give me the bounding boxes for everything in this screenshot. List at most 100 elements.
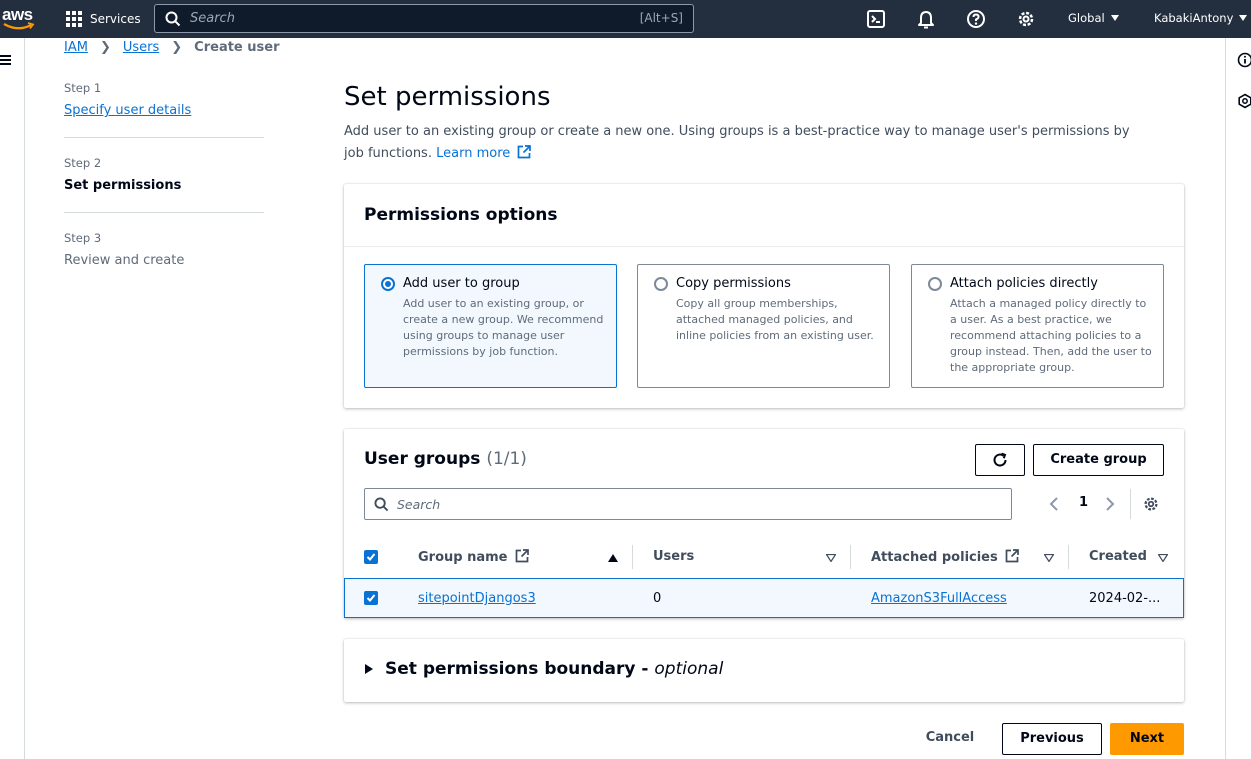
refresh-button[interactable] (975, 444, 1025, 476)
option-title: Attach policies directly (950, 276, 1098, 291)
step-label: Step 3 (64, 231, 102, 245)
permissions-options-card: Permissions options Add user to group Ad… (344, 184, 1184, 408)
menu-hamburger-icon[interactable] (0, 55, 11, 65)
group-created-date: 2024-02-... (1089, 591, 1161, 606)
page-description: Add user to an existing group or create … (344, 121, 1144, 165)
column-header-users[interactable]: Users (653, 549, 694, 564)
previous-page-chevron-icon[interactable] (1048, 496, 1060, 512)
radio-unselected[interactable] (654, 277, 668, 291)
external-link-icon (515, 549, 529, 563)
region-selector[interactable]: Global (1068, 11, 1119, 25)
option-attach-policies-directly[interactable]: Attach policies directly Attach a manage… (911, 264, 1164, 388)
permissions-boundary-card[interactable]: Set permissions boundary - optional (344, 639, 1184, 702)
sort-icon[interactable] (1158, 554, 1168, 562)
info-icon[interactable] (1237, 52, 1251, 68)
user-groups-heading: User groups (364, 449, 481, 469)
caret-down-icon (1239, 15, 1248, 21)
table-preferences-gear-icon[interactable] (1142, 495, 1160, 513)
learn-more-link[interactable]: Learn more (436, 145, 532, 161)
next-button[interactable]: Next (1110, 723, 1184, 755)
column-separator (632, 545, 633, 569)
pagination-divider (1130, 489, 1131, 519)
column-separator (850, 545, 851, 569)
page-title: Set permissions (344, 82, 551, 112)
column-header-group-name[interactable]: Group name (418, 549, 529, 565)
current-page-number[interactable]: 1 (1079, 495, 1088, 510)
previous-button[interactable]: Previous (1002, 723, 1102, 755)
search-placeholder: Search (397, 497, 441, 512)
top-navigation: aws Services Search [Alt+S] Global Kabak… (0, 0, 1251, 38)
attached-policy-link[interactable]: AmazonS3FullAccess (871, 591, 1007, 606)
breadcrumb-chevron-icon: ❯ (171, 40, 183, 55)
tools-panel-strip (1225, 38, 1251, 759)
services-label: Services (90, 12, 141, 26)
user-groups-title: User groups (1/1) (364, 449, 527, 469)
sort-ascending-icon[interactable] (608, 554, 618, 562)
account-label: KabakiAntony (1154, 11, 1234, 25)
step-1-link[interactable]: Specify user details (64, 103, 191, 118)
breadcrumb-iam-link[interactable]: IAM (64, 40, 88, 55)
column-header-attached-policies[interactable]: Attached policies (871, 549, 1020, 565)
account-menu[interactable]: KabakiAntony (1154, 11, 1248, 25)
boundary-optional-text: optional (654, 659, 724, 679)
global-search-input[interactable]: Search [Alt+S] (154, 4, 694, 33)
region-label: Global (1068, 11, 1105, 25)
row-checkbox[interactable] (364, 591, 378, 605)
caret-right-icon (365, 664, 373, 674)
aws-logo[interactable]: aws (2, 5, 36, 33)
user-groups-search-input[interactable]: Search (364, 488, 1012, 520)
select-all-checkbox[interactable] (364, 550, 378, 564)
cancel-button[interactable]: Cancel (918, 723, 982, 755)
option-add-user-to-group[interactable]: Add user to group Add user to an existin… (364, 264, 617, 388)
column-separator (1068, 545, 1069, 569)
group-name-link[interactable]: sitepointDjangos3 (418, 591, 536, 606)
step-label: Step 1 (64, 81, 102, 95)
option-description: Attach a managed policy directly to a us… (950, 297, 1152, 374)
breadcrumb-users-link[interactable]: Users (123, 40, 159, 55)
boundary-title-text: Set permissions boundary - (385, 659, 655, 679)
step-2-name: Set permissions (64, 178, 182, 193)
notifications-bell-icon[interactable] (916, 9, 936, 29)
settings-gear-icon[interactable] (1016, 9, 1036, 29)
group-users-count: 0 (653, 591, 662, 606)
learn-more-label: Learn more (436, 146, 511, 161)
sort-icon[interactable] (1044, 554, 1054, 562)
help-icon[interactable] (966, 9, 986, 29)
search-placeholder: Search (190, 11, 235, 26)
option-title: Copy permissions (676, 276, 791, 291)
checkmark-icon (366, 594, 376, 602)
step-divider (64, 137, 264, 138)
services-grid-icon (66, 11, 82, 27)
wizard-step-2: Step 2 Set permissions (64, 156, 181, 193)
wizard-step-3: Step 3 Review and create (64, 231, 184, 268)
cloudshell-icon[interactable] (866, 9, 886, 29)
security-hexagon-icon[interactable] (1237, 93, 1251, 109)
column-header-created[interactable]: Created (1089, 549, 1147, 564)
radio-selected[interactable] (381, 277, 395, 291)
previous-label: Previous (1020, 731, 1084, 746)
sort-icon[interactable] (826, 554, 836, 562)
side-navigation-strip (0, 38, 25, 759)
checkmark-icon (366, 553, 376, 561)
column-label: Attached policies (871, 550, 998, 565)
breadcrumb: IAM ❯ Users ❯ Create user (64, 40, 280, 55)
aws-smile-icon (3, 22, 35, 30)
services-menu-button[interactable]: Services (66, 10, 141, 28)
create-group-button[interactable]: Create group (1033, 444, 1164, 476)
external-link-icon (518, 145, 532, 159)
step-label: Step 2 (64, 156, 102, 170)
next-page-chevron-icon[interactable] (1104, 496, 1116, 512)
card-divider (344, 246, 1184, 247)
user-groups-count: (1/1) (486, 449, 527, 469)
permissions-options-title: Permissions options (364, 205, 558, 225)
option-description: Add user to an existing group, or create… (403, 297, 604, 358)
radio-unselected[interactable] (928, 277, 942, 291)
external-link-icon (1005, 549, 1020, 563)
refresh-icon (993, 452, 1007, 467)
caret-down-icon (1110, 15, 1119, 21)
step-3-name: Review and create (64, 253, 185, 268)
breadcrumb-chevron-icon: ❯ (99, 40, 111, 55)
option-copy-permissions[interactable]: Copy permissions Copy all group membersh… (637, 264, 890, 388)
create-group-label: Create group (1050, 452, 1147, 467)
wizard-step-1: Step 1 Specify user details (64, 81, 191, 118)
